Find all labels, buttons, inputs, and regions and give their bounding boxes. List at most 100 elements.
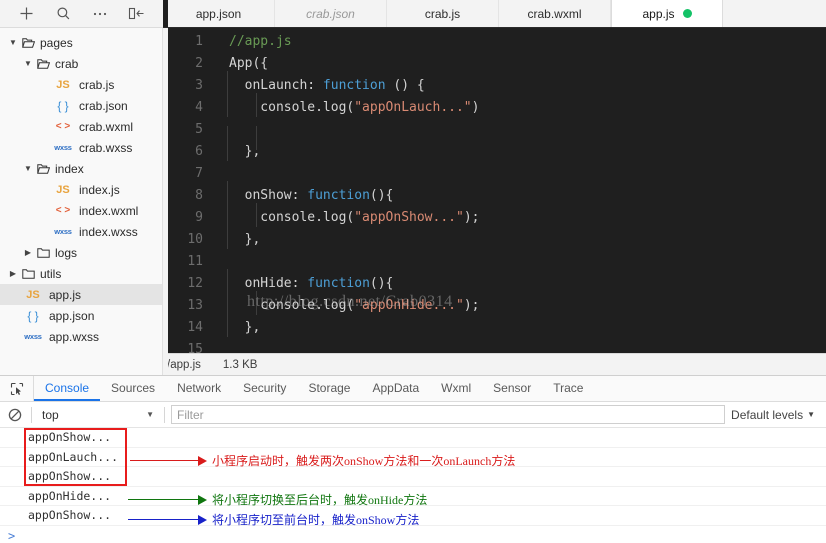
collapse-panel-icon[interactable]: [126, 4, 148, 24]
main-area: pages crab JS crab.js { } crab.json < > crab.wx…: [0, 28, 826, 375]
devtools-tab-sources[interactable]: Sources: [100, 376, 166, 401]
caret-down-icon[interactable]: [21, 164, 35, 173]
tree-item-crab[interactable]: crab: [0, 53, 162, 74]
line-number: 9: [195, 210, 203, 225]
console-levels-select[interactable]: Default levels ▼: [731, 408, 821, 422]
code-line: 3 onLaunch: function () {: [163, 71, 826, 97]
devtools-tab-appdata[interactable]: AppData: [361, 376, 430, 401]
folder-open-icon: [20, 37, 37, 49]
caret-down-icon[interactable]: [21, 59, 35, 68]
tree-item-crab-wxss[interactable]: wxss crab.wxss: [0, 137, 162, 158]
add-icon[interactable]: [15, 4, 37, 24]
console-message: appOnLauch...: [0, 448, 826, 467]
tree-item-label: pages: [40, 35, 73, 50]
code-line: 5: [163, 119, 826, 150]
tree-item-index[interactable]: index: [0, 158, 162, 179]
caret-right-icon[interactable]: [21, 248, 35, 257]
search-icon[interactable]: [52, 4, 74, 24]
editor-tab-app-json[interactable]: app.json: [163, 0, 275, 27]
tree-item-index-js[interactable]: JS index.js: [0, 179, 162, 200]
code-text: App({: [229, 56, 269, 71]
tree-item-logs[interactable]: logs: [0, 242, 162, 263]
wxml-file-icon: < >: [55, 205, 71, 216]
editor-tab-strip: app.json crab.json crab.js crab.wxml app.js: [163, 0, 826, 28]
line-number: 11: [187, 254, 203, 269]
tree-item-pages[interactable]: pages: [0, 32, 162, 53]
editor-tab-app-js[interactable]: app.js: [611, 0, 723, 27]
devtools-tab-storage[interactable]: Storage: [297, 376, 361, 401]
devtools-panel: Console Sources Network Security Storage AppD…: [0, 375, 826, 543]
tree-item-utils[interactable]: utils: [0, 263, 162, 284]
code-text: console.log("appOnShow...");: [215, 203, 479, 229]
caret-down-icon[interactable]: [6, 38, 20, 47]
tree-item-app-wxss[interactable]: wxss app.wxss: [0, 326, 162, 347]
code-text: onShow: function(){: [215, 181, 393, 207]
code-text: onLaunch: function () {: [215, 71, 425, 97]
editor-tab-crab-wxml[interactable]: crab.wxml: [499, 0, 611, 27]
folder-icon: [35, 247, 52, 259]
js-file-icon: JS: [26, 288, 40, 301]
code-line: 6 },: [163, 137, 826, 163]
tree-item-app-json[interactable]: { } app.json: [0, 305, 162, 326]
editor-tab-crab-json[interactable]: crab.json: [275, 0, 387, 27]
file-explorer-tree[interactable]: pages crab JS crab.js { } crab.json < > crab.wx…: [0, 28, 163, 375]
tree-item-index-wxss[interactable]: wxss index.wxss: [0, 221, 162, 242]
inspect-element-icon[interactable]: [0, 376, 34, 401]
console-context-value: top: [42, 407, 59, 422]
tree-item-label: crab.wxml: [79, 119, 134, 134]
js-file-icon: JS: [56, 183, 70, 196]
code-line: 9 console.log("appOnShow...");: [163, 203, 826, 229]
folder-open-icon: [35, 163, 52, 175]
console-output[interactable]: appOnShow... appOnLauch... appOnShow... app…: [0, 428, 826, 543]
tree-item-crab-wxml[interactable]: < > crab.wxml: [0, 116, 162, 137]
folder-icon: [20, 268, 37, 280]
tree-item-crab-json[interactable]: { } crab.json: [0, 95, 162, 116]
devtools-tab-sensor[interactable]: Sensor: [482, 376, 542, 401]
devtools-tab-security[interactable]: Security: [232, 376, 297, 401]
code-line: 14 },: [163, 313, 826, 339]
devtools-tab-console[interactable]: Console: [34, 376, 101, 401]
devtools-tab-trace[interactable]: Trace: [542, 376, 594, 401]
editor-tab-crab-js[interactable]: crab.js: [387, 0, 499, 27]
toolbar-divider: [31, 406, 32, 423]
console-input-prompt[interactable]: >: [0, 526, 826, 543]
top-bar: app.json crab.json crab.js crab.wxml app.js: [0, 0, 826, 28]
code-line: 11: [163, 251, 826, 273]
more-icon[interactable]: [89, 4, 111, 24]
tree-item-label: utils: [40, 266, 62, 281]
code-text: console.log("appOnHide...");: [215, 291, 479, 317]
editor-tab-label: crab.wxml: [527, 6, 582, 21]
tree-item-app-js[interactable]: JS app.js: [0, 284, 162, 305]
wechat-devtools-window: app.json crab.json crab.js crab.wxml app.js …: [0, 0, 826, 543]
status-file-path: /app.js: [167, 358, 201, 371]
js-file-icon: JS: [56, 78, 70, 91]
line-number: 12: [187, 276, 203, 291]
tree-item-crab-js[interactable]: JS crab.js: [0, 74, 162, 95]
code-line: 1 //app.js: [163, 31, 826, 53]
line-number: 5: [195, 122, 203, 137]
devtools-tab-wxml[interactable]: Wxml: [430, 376, 482, 401]
devtools-tab-network[interactable]: Network: [166, 376, 232, 401]
console-filter-input[interactable]: [171, 405, 726, 424]
console-context-select[interactable]: top ▼: [38, 405, 158, 424]
tree-item-label: crab: [55, 56, 79, 71]
code-text: },: [215, 225, 260, 251]
tree-item-index-wxml[interactable]: < > index.wxml: [0, 200, 162, 221]
line-number: 14: [187, 320, 203, 335]
wxss-file-icon: wxss: [54, 227, 72, 236]
tree-item-label: index: [55, 161, 84, 176]
tree-item-label: app.json: [49, 308, 95, 323]
wxss-file-icon: wxss: [24, 332, 42, 341]
code-line: 7: [163, 163, 826, 185]
caret-right-icon[interactable]: [6, 269, 20, 278]
code-text: },: [215, 313, 260, 339]
clear-console-icon[interactable]: [5, 405, 25, 425]
editor-tab-label: app.js: [642, 6, 675, 21]
tree-item-label: index.js: [79, 182, 120, 197]
line-number: 4: [195, 100, 203, 115]
code-lines-container[interactable]: 1//app.js 2 App({3 onLaunch: function () {…: [163, 28, 826, 353]
line-number: 8: [195, 188, 203, 203]
tree-item-label: crab.js: [79, 77, 115, 92]
code-editor[interactable]: 1//app.js 2 App({3 onLaunch: function () {…: [163, 28, 826, 375]
editor-tab-label: app.json: [195, 6, 242, 21]
